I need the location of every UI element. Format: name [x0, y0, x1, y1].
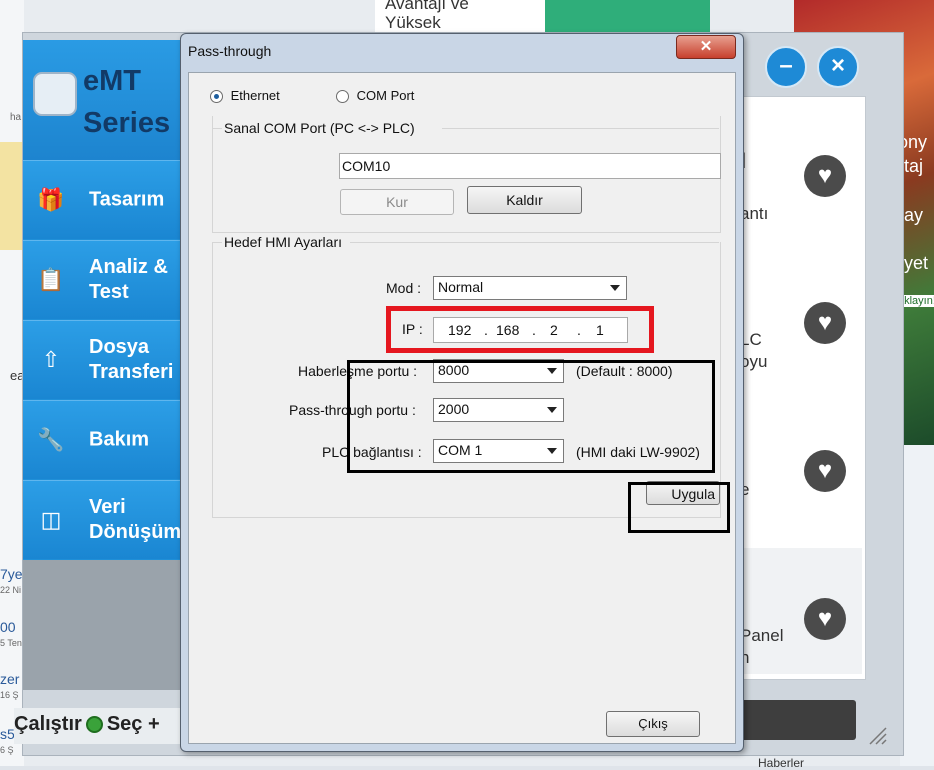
clipboard-check-icon: 📋	[37, 267, 65, 292]
data-convert-icon: ◫	[40, 507, 62, 532]
bg-fragment[interactable]: 7ye	[0, 566, 23, 582]
group-line	[212, 242, 222, 243]
bg-bottom-text: Haberler	[758, 756, 805, 770]
bg-ad-fragment	[0, 142, 22, 250]
resize-grip-icon[interactable]	[866, 724, 888, 746]
gift-icon: 🎁	[37, 187, 65, 212]
radio-unselected-icon	[336, 90, 349, 104]
nav-analiz-test[interactable]: 📋 Analiz & Test	[23, 240, 181, 319]
dropdown-arrow-icon	[610, 285, 620, 291]
mode-select[interactable]: Normal	[433, 276, 627, 300]
right-panel-text: Panel	[740, 626, 784, 645]
ip-highlight-annotation	[386, 306, 654, 353]
dialog-title: Pass-through	[188, 43, 272, 59]
mode-label: Mod :	[386, 280, 422, 296]
background-news-snippet[interactable]: Avantajı ve Yüksek	[375, 0, 545, 32]
nav-label: Dosya Transferi	[89, 336, 174, 383]
select-button[interactable]: Seç +	[107, 713, 160, 735]
ports-highlight-annotation	[347, 360, 715, 473]
file-transfer-icon: ⇧	[41, 347, 61, 372]
run-button[interactable]: Çalıştır	[14, 713, 82, 735]
logo-line-1: eMT	[83, 65, 141, 97]
bg-fragment: 6 Ş	[0, 745, 14, 755]
bg-fragment: 22 Ni	[0, 585, 22, 595]
group-line	[442, 128, 719, 129]
bg-fragment[interactable]: zer	[0, 671, 19, 687]
nav-label: Bakım	[89, 428, 150, 451]
favorite-add-icon[interactable]: ♥	[804, 155, 846, 197]
run-controls: Çalıştır Seç +	[14, 713, 160, 736]
group-line	[350, 242, 719, 243]
news-line-2: Yüksek	[385, 13, 441, 32]
install-button[interactable]: Kur	[340, 189, 454, 215]
emt-logo-icon	[33, 72, 77, 116]
nav-dosya-transferi[interactable]: ⇧ Dosya Transferi	[23, 320, 181, 399]
virtual-com-group-label: Sanal COM Port (PC <-> PLC)	[222, 120, 417, 136]
mode-value: Normal	[438, 279, 484, 295]
close-icon[interactable]: ×	[817, 46, 859, 88]
nav-veri-donusum[interactable]: ◫ Veri Dönüşüm	[23, 480, 181, 559]
ad-text-2: taj	[904, 156, 924, 176]
nav-label: Analiz & Test	[89, 256, 168, 303]
target-hmi-group-label: Hedef HMI Ayarları	[222, 234, 345, 250]
bg-fragment: 16 Ş	[0, 690, 19, 700]
dialog-close-button[interactable]: ✕	[676, 35, 736, 59]
bg-fragment[interactable]: 00	[0, 619, 16, 635]
favorite-add-icon[interactable]: ♥	[804, 450, 846, 492]
favorite-add-icon[interactable]: ♥	[804, 302, 846, 344]
radio-ethernet[interactable]: Ethernet	[210, 88, 280, 104]
background-green-banner	[545, 0, 710, 32]
run-status-icon	[85, 716, 103, 734]
remove-button[interactable]: Kaldır	[467, 186, 582, 214]
right-panel-text: oyu	[740, 352, 768, 371]
favorite-add-icon[interactable]: ♥	[804, 598, 846, 640]
close-icon: ✕	[699, 38, 713, 55]
com-port-value: COM10	[342, 158, 391, 174]
ad-text-4: iyet	[900, 253, 929, 273]
radio-selected-icon	[210, 90, 223, 104]
group-line	[212, 128, 222, 129]
launcher-bottom-bar	[738, 700, 856, 740]
apply-highlight-annotation	[628, 482, 730, 533]
right-panel-text: antı	[740, 204, 769, 223]
nav-label: Tasarım	[89, 188, 165, 211]
wrench-icon: 🔧	[37, 427, 65, 452]
bg-fragment: 5 Ten	[0, 638, 22, 648]
minus-icon[interactable]: –	[765, 46, 807, 88]
logo-line-2: Series	[83, 107, 171, 139]
nav-bakim[interactable]: 🔧 Bakım	[23, 400, 181, 479]
radio-com-port[interactable]: COM Port	[336, 88, 415, 104]
news-line-1: Avantajı ve	[385, 0, 469, 13]
bg-fragment: ha	[10, 112, 22, 123]
exit-button[interactable]: Çıkış	[606, 711, 700, 737]
nav-label: Veri Dönüşüm	[89, 496, 182, 543]
nav-tasarim[interactable]: 🎁 Tasarım	[23, 160, 181, 239]
bg-fragment[interactable]: s5	[0, 726, 15, 742]
ad-text-3: ay	[904, 205, 924, 225]
background-right-lower	[900, 445, 934, 766]
com-port-field[interactable]: COM10	[339, 153, 721, 179]
radio-com-port-label: COM Port	[356, 88, 415, 103]
radio-ethernet-label: Ethernet	[230, 88, 280, 103]
logo-title: eMT Series	[83, 60, 170, 144]
launcher-sidebar-bottom	[23, 560, 181, 690]
